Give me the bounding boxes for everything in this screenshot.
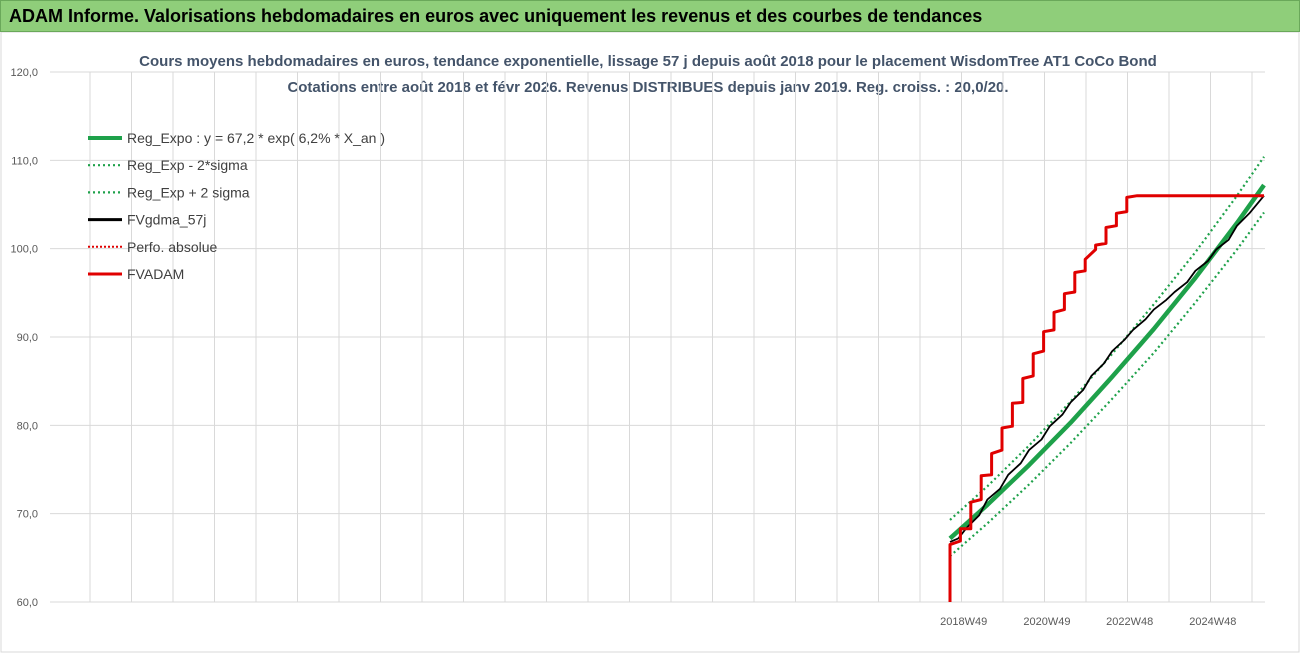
y-tick-label: 100,0 xyxy=(10,244,38,256)
y-tick-label: 60,0 xyxy=(17,597,38,609)
chart-title: Cours moyens hebdomadaires en euros, ten… xyxy=(139,53,1157,70)
x-tick-label: 2024W48 xyxy=(1189,616,1236,628)
y-tick-label: 120,0 xyxy=(10,67,38,79)
x-tick-label: 2020W49 xyxy=(1023,616,1070,628)
legend-label: FVADAM xyxy=(127,266,184,282)
legend-label: FVgdma_57j xyxy=(127,212,206,228)
chart-area xyxy=(0,32,1300,653)
y-tick-label: 80,0 xyxy=(17,420,38,432)
legend-label: Perfo. absolue xyxy=(127,239,217,255)
header-banner: ADAM Informe. Valorisations hebdomadaire… xyxy=(0,0,1300,32)
chart: Cours moyens hebdomadaires en euros, ten… xyxy=(0,32,1300,653)
legend-label: Reg_Exp + 2 sigma xyxy=(127,184,250,200)
x-tick-label: 2018W49 xyxy=(940,616,987,628)
x-tick-label: 2022W48 xyxy=(1106,616,1153,628)
legend-label: Reg_Expo : y = 67,2 * exp( 6,2% * X_an ) xyxy=(127,130,385,146)
y-tick-label: 70,0 xyxy=(17,509,38,521)
legend-label: Reg_Exp - 2*sigma xyxy=(127,157,248,173)
header-title: ADAM Informe. Valorisations hebdomadaire… xyxy=(9,6,983,26)
y-tick-label: 90,0 xyxy=(17,332,38,344)
y-tick-label: 110,0 xyxy=(11,155,38,167)
chart-subtitle: Cotations entre août 2018 et févr 2026. … xyxy=(287,79,1008,96)
